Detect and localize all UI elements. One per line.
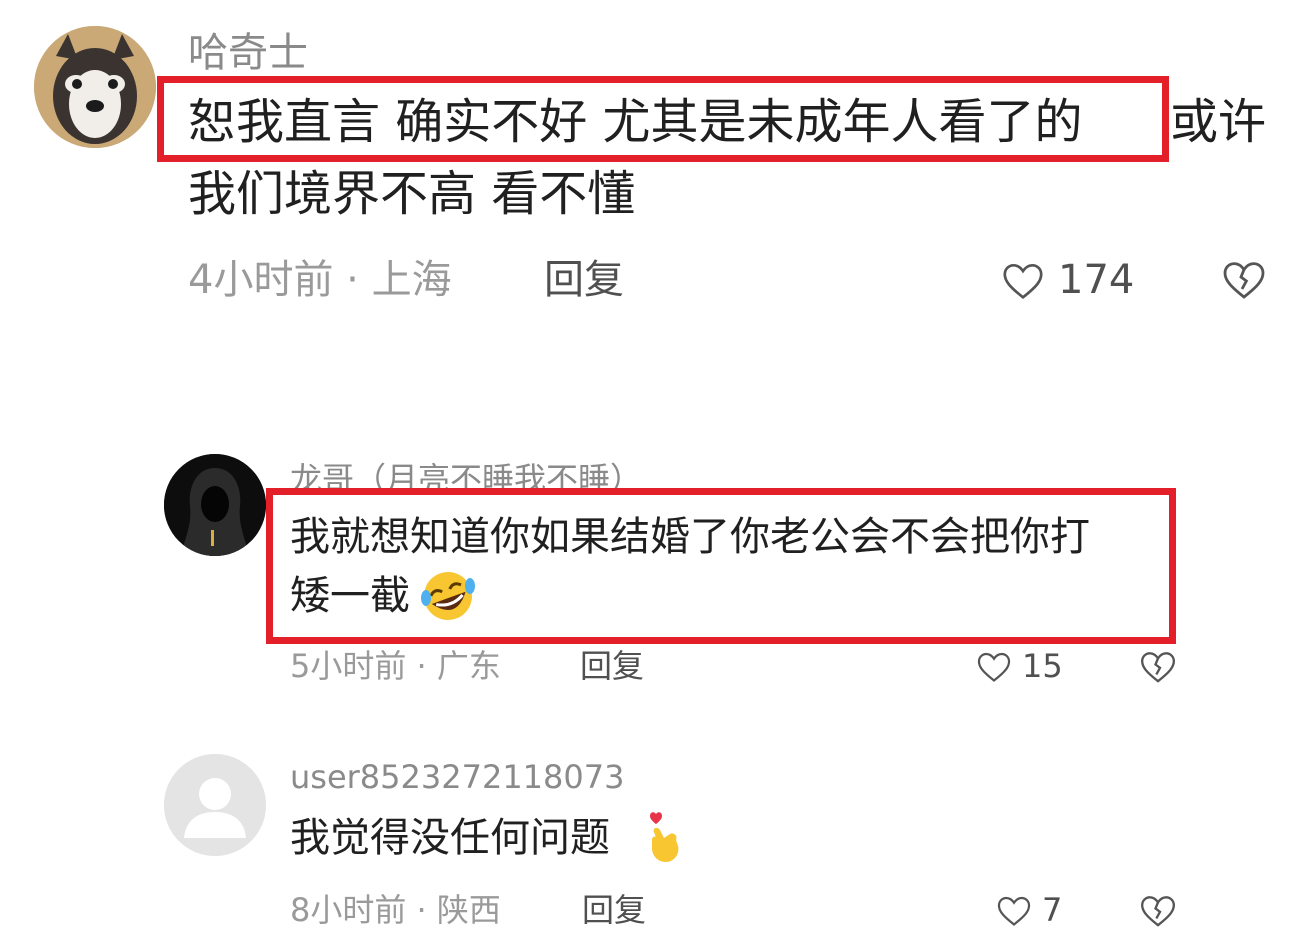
- husky-avatar-icon: [34, 26, 156, 148]
- avatar[interactable]: [164, 454, 266, 556]
- comment-text: 我觉得没任何问题: [290, 815, 610, 861]
- username[interactable]: user8523272118073: [290, 758, 624, 796]
- broken-heart-icon: [1223, 262, 1265, 299]
- like-button[interactable]: [995, 892, 1033, 930]
- broken-heart-icon: [1140, 896, 1176, 927]
- avatar[interactable]: [164, 754, 266, 856]
- heart-icon: [977, 652, 1011, 682]
- like-button[interactable]: [1000, 258, 1046, 304]
- dislike-button[interactable]: [1220, 256, 1268, 304]
- finger-heart-emoji: [640, 810, 686, 866]
- like-count: 7: [1042, 891, 1063, 929]
- reply-button[interactable]: 回复: [582, 891, 646, 929]
- avatar[interactable]: [34, 26, 156, 148]
- default-user-avatar-icon: [164, 754, 266, 856]
- broken-heart-icon: [1140, 652, 1176, 683]
- dislike-button[interactable]: [1138, 647, 1178, 687]
- heart-icon: [1003, 263, 1043, 299]
- like-button[interactable]: [975, 648, 1013, 686]
- time-location: 8小时前 · 陕西: [290, 891, 501, 929]
- username[interactable]: 哈奇士: [188, 30, 308, 76]
- highlight-box: [266, 488, 1176, 644]
- dislike-button[interactable]: [1138, 891, 1178, 931]
- time-location: 5小时前 · 广东: [290, 647, 501, 685]
- reply-button[interactable]: 回复: [544, 257, 624, 303]
- comment-text-line2: 矮一截: [290, 573, 410, 619]
- time-location: 4小时前 · 上海: [188, 257, 452, 303]
- rolling-laughing-emoji: [418, 568, 478, 624]
- like-count: 174: [1058, 257, 1135, 303]
- heart-icon: [997, 896, 1031, 926]
- laughing-emoji-icon: [421, 572, 475, 620]
- comment-text-line1: 我就想知道你如果结婚了你老公会不会把你打: [290, 514, 1090, 560]
- comment-text-line2: 我们境界不高 看不懂: [188, 166, 636, 222]
- comment-text-rest: 或许: [1170, 94, 1267, 150]
- finger-heart-emoji-icon: [650, 812, 679, 862]
- like-count: 15: [1022, 647, 1063, 685]
- reply-button[interactable]: 回复: [580, 647, 644, 685]
- comment-text-highlight: 恕我直言 确实不好 尤其是未成年人看了的: [188, 94, 1083, 150]
- hooded-figure-avatar-icon: [164, 454, 266, 556]
